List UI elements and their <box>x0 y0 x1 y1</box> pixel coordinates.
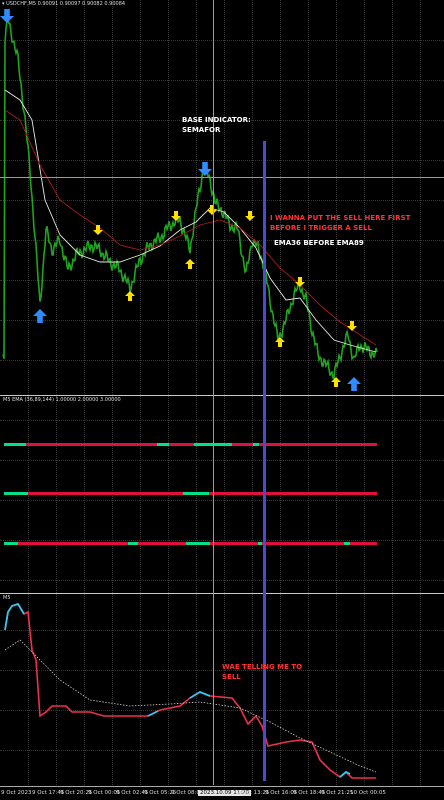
trend-bar-bull <box>186 542 210 545</box>
sell-marker-line[interactable] <box>263 141 266 781</box>
time-label: 10 Oct 00:05 <box>350 790 386 796</box>
wae-bull-segment <box>147 710 159 717</box>
trend-bar-bear <box>4 443 377 446</box>
signal-down-arrow-icon <box>295 277 305 287</box>
signal-down-arrow-icon <box>245 211 255 221</box>
semafor-up-arrow-icon <box>33 309 47 323</box>
signal-up-arrow-icon <box>125 291 135 301</box>
signal-up-arrow-icon <box>185 259 195 269</box>
semafor-down-arrow-icon <box>0 9 14 23</box>
trend-bar-bull <box>4 443 26 446</box>
panel-separator-ema[interactable] <box>0 395 444 396</box>
trend-bar-bull <box>157 443 169 446</box>
trend-bar-bull <box>4 492 28 495</box>
trend-bar-bull <box>253 443 259 446</box>
wae-histogram-line <box>4 603 376 779</box>
panel-separator-wae[interactable] <box>0 593 444 594</box>
time-label: 9 Oct 2023 <box>1 790 32 796</box>
chart-window[interactable]: ▾ USDCHF,M5 0.90091 0.90097 0.90082 0.90… <box>0 0 444 800</box>
trend-bar-bull <box>4 542 18 545</box>
semafor-up-arrow-icon <box>347 377 361 391</box>
trend-bar-bull <box>344 542 350 545</box>
wae-panel-label: M5 <box>3 595 11 601</box>
annotation-ema-note[interactable]: EMA36 BEFORE EMA89 <box>274 238 364 248</box>
time-axis: 9 Oct 2023 9 Oct 17:45 9 Oct 20:25 9 Oct… <box>0 786 444 800</box>
ema-panel-label: M5 EMA (36,89,144) 1.00000 2.00000 3.000… <box>3 397 121 403</box>
crosshair-horizontal <box>0 177 444 178</box>
signal-down-arrow-icon <box>93 225 103 235</box>
annotation-base-indicator[interactable]: BASE INDICATOR: SEMAFOR <box>182 115 251 135</box>
semafor-down-arrow-icon <box>198 162 212 176</box>
trend-bar-bull <box>183 492 209 495</box>
wae-bull-segment <box>4 602 25 631</box>
wae-bull-segment <box>189 690 211 699</box>
signal-down-arrow-icon <box>207 205 217 215</box>
annotation-wae-note[interactable]: WAE TELLING ME TO SELL <box>222 662 302 682</box>
trend-bar-bull <box>258 542 262 545</box>
annotation-sell-note[interactable]: I WANNA PUT THE SELL HERE FIRST BEFORE I… <box>270 213 410 233</box>
symbol-header: ▾ USDCHF,M5 0.90091 0.90097 0.90082 0.90… <box>2 1 126 7</box>
signal-down-arrow-icon <box>347 321 357 331</box>
time-label: 9 Oct 21:25 <box>321 790 354 796</box>
signal-up-arrow-icon <box>275 337 285 347</box>
trend-bar-bull <box>128 542 138 545</box>
